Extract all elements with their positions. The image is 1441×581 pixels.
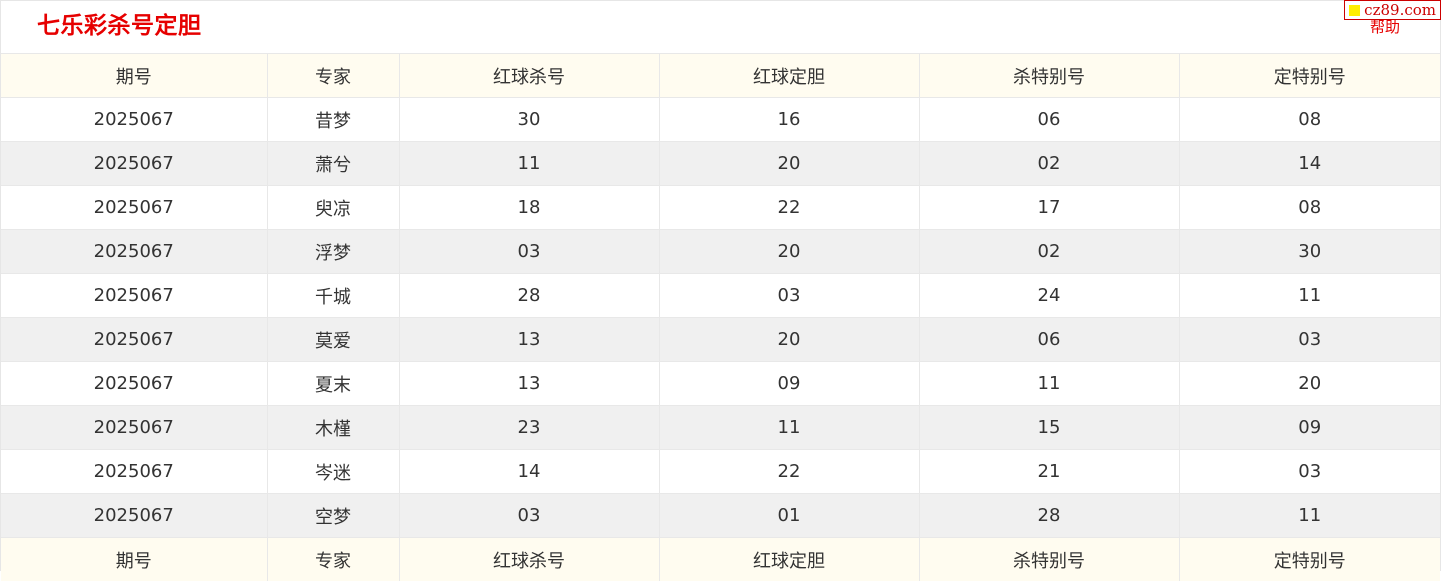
help-link[interactable]: 帮助 <box>1370 18 1400 36</box>
cell-special-kill: 02 <box>919 142 1179 186</box>
cell-red-pick: 20 <box>659 142 919 186</box>
cell-red-kill: 03 <box>399 230 659 274</box>
cell-period: 2025067 <box>1 494 267 538</box>
column-header-special-kill: 杀特别号 <box>919 54 1179 98</box>
cell-special-pick: 20 <box>1179 362 1440 406</box>
cell-red-pick: 09 <box>659 362 919 406</box>
footer-header-period: 期号 <box>1 538 267 581</box>
cell-red-kill: 28 <box>399 274 659 318</box>
yellow-square-icon <box>1349 5 1360 16</box>
cell-period: 2025067 <box>1 98 267 142</box>
cell-special-pick: 11 <box>1179 274 1440 318</box>
cell-red-kill: 03 <box>399 494 659 538</box>
footer-header-expert: 专家 <box>267 538 399 581</box>
cell-red-pick: 11 <box>659 406 919 450</box>
cell-special-pick: 14 <box>1179 142 1440 186</box>
cell-period: 2025067 <box>1 318 267 362</box>
cell-expert: 浮梦 <box>267 230 399 274</box>
cell-special-kill: 11 <box>919 362 1179 406</box>
cell-special-kill: 24 <box>919 274 1179 318</box>
cell-red-pick: 20 <box>659 230 919 274</box>
cell-red-kill: 18 <box>399 186 659 230</box>
column-header-special-pick: 定特别号 <box>1179 54 1440 98</box>
table-row: 2025067千城28032411 <box>1 274 1440 318</box>
page-frame: 七乐彩杀号定胆 帮助 期号 专家 红球杀号 红球定胆 杀特别号 定特别号 202… <box>0 0 1441 571</box>
cell-red-kill: 13 <box>399 318 659 362</box>
table-row: 2025067昔梦30160608 <box>1 98 1440 142</box>
table-footer-row: 期号 专家 红球杀号 红球定胆 杀特别号 定特别号 <box>1 538 1440 581</box>
cell-expert: 夏末 <box>267 362 399 406</box>
cell-period: 2025067 <box>1 274 267 318</box>
cell-special-kill: 06 <box>919 318 1179 362</box>
cell-special-pick: 08 <box>1179 186 1440 230</box>
column-header-red-kill: 红球杀号 <box>399 54 659 98</box>
page-header: 七乐彩杀号定胆 帮助 <box>1 1 1440 53</box>
cell-special-pick: 03 <box>1179 450 1440 494</box>
cell-special-kill: 17 <box>919 186 1179 230</box>
table-header-row: 期号 专家 红球杀号 红球定胆 杀特别号 定特别号 <box>1 54 1440 98</box>
column-header-period: 期号 <box>1 54 267 98</box>
cell-expert: 萧兮 <box>267 142 399 186</box>
cell-period: 2025067 <box>1 450 267 494</box>
table-row: 2025067空梦03012811 <box>1 494 1440 538</box>
cell-special-pick: 11 <box>1179 494 1440 538</box>
cell-expert: 千城 <box>267 274 399 318</box>
footer-header-special-kill: 杀特别号 <box>919 538 1179 581</box>
site-badge-text: cz89.com <box>1364 1 1436 19</box>
cell-red-kill: 14 <box>399 450 659 494</box>
cell-period: 2025067 <box>1 362 267 406</box>
cell-red-pick: 20 <box>659 318 919 362</box>
footer-header-special-pick: 定特别号 <box>1179 538 1440 581</box>
cell-red-pick: 03 <box>659 274 919 318</box>
footer-header-red-pick: 红球定胆 <box>659 538 919 581</box>
column-header-red-pick: 红球定胆 <box>659 54 919 98</box>
cell-special-kill: 21 <box>919 450 1179 494</box>
cell-period: 2025067 <box>1 230 267 274</box>
cell-expert: 空梦 <box>267 494 399 538</box>
cell-expert: 莫爱 <box>267 318 399 362</box>
cell-red-kill: 23 <box>399 406 659 450</box>
table-row: 2025067木槿23111509 <box>1 406 1440 450</box>
prediction-table: 期号 专家 红球杀号 红球定胆 杀特别号 定特别号 2025067昔梦30160… <box>1 53 1440 581</box>
cell-expert: 岑迷 <box>267 450 399 494</box>
table-row: 2025067浮梦03200230 <box>1 230 1440 274</box>
cell-expert: 木槿 <box>267 406 399 450</box>
site-badge[interactable]: cz89.com <box>1344 0 1441 20</box>
cell-special-kill: 02 <box>919 230 1179 274</box>
cell-special-pick: 08 <box>1179 98 1440 142</box>
cell-red-pick: 22 <box>659 186 919 230</box>
cell-period: 2025067 <box>1 186 267 230</box>
cell-special-pick: 09 <box>1179 406 1440 450</box>
cell-special-pick: 30 <box>1179 230 1440 274</box>
cell-expert: 昔梦 <box>267 98 399 142</box>
cell-red-kill: 30 <box>399 98 659 142</box>
cell-red-kill: 11 <box>399 142 659 186</box>
table-row: 2025067莫爱13200603 <box>1 318 1440 362</box>
cell-special-kill: 06 <box>919 98 1179 142</box>
cell-red-pick: 22 <box>659 450 919 494</box>
cell-expert: 臾凉 <box>267 186 399 230</box>
cell-period: 2025067 <box>1 142 267 186</box>
cell-special-pick: 03 <box>1179 318 1440 362</box>
table-body: 2025067昔梦301606082025067萧兮11200214202506… <box>1 98 1440 538</box>
cell-red-kill: 13 <box>399 362 659 406</box>
cell-red-pick: 01 <box>659 494 919 538</box>
table-row: 2025067夏末13091120 <box>1 362 1440 406</box>
table-row: 2025067臾凉18221708 <box>1 186 1440 230</box>
column-header-expert: 专家 <box>267 54 399 98</box>
footer-header-red-kill: 红球杀号 <box>399 538 659 581</box>
cell-period: 2025067 <box>1 406 267 450</box>
cell-special-kill: 28 <box>919 494 1179 538</box>
cell-special-kill: 15 <box>919 406 1179 450</box>
table-row: 2025067萧兮11200214 <box>1 142 1440 186</box>
cell-red-pick: 16 <box>659 98 919 142</box>
table-row: 2025067岑迷14222103 <box>1 450 1440 494</box>
page-title: 七乐彩杀号定胆 <box>37 11 202 41</box>
